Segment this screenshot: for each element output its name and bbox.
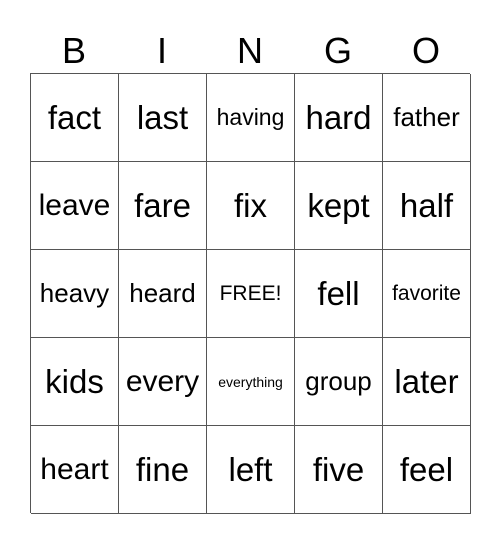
bingo-cell[interactable]: left <box>207 426 295 514</box>
bingo-cell[interactable]: fell <box>295 250 383 338</box>
bingo-cell[interactable]: kids <box>31 338 119 426</box>
bingo-cell[interactable]: father <box>383 74 471 162</box>
bingo-cell[interactable]: fix <box>207 162 295 250</box>
bingo-cell[interactable]: half <box>383 162 471 250</box>
bingo-cell[interactable]: fine <box>119 426 207 514</box>
bingo-cell[interactable]: having <box>207 74 295 162</box>
bingo-cell[interactable]: later <box>383 338 471 426</box>
header-letter-o: O <box>411 30 440 71</box>
bingo-cell[interactable]: heavy <box>31 250 119 338</box>
bingo-cell[interactable]: five <box>295 426 383 514</box>
bingo-cell[interactable]: heard <box>119 250 207 338</box>
bingo-cell[interactable]: last <box>119 74 207 162</box>
header-letter-g: G <box>323 30 352 71</box>
bingo-cell[interactable]: every <box>119 338 207 426</box>
bingo-cell[interactable]: favorite <box>383 250 471 338</box>
header-letter-n: N <box>237 30 263 71</box>
bingo-header: B I N G O <box>30 30 470 72</box>
bingo-cell[interactable]: hard <box>295 74 383 162</box>
bingo-cell[interactable]: feel <box>383 426 471 514</box>
bingo-cell[interactable]: group <box>295 338 383 426</box>
bingo-cell[interactable]: heart <box>31 426 119 514</box>
bingo-cell[interactable]: leave <box>31 162 119 250</box>
header-letter-i: I <box>156 30 167 71</box>
header-letter-b: B <box>61 30 86 71</box>
bingo-cell[interactable]: kept <box>295 162 383 250</box>
bingo-cell[interactable]: fact <box>31 74 119 162</box>
bingo-grid: fact last having hard father leave fare … <box>30 73 471 514</box>
bingo-cell[interactable]: everything <box>207 338 295 426</box>
bingo-cell[interactable]: fare <box>119 162 207 250</box>
free-space[interactable]: FREE! <box>207 250 295 338</box>
